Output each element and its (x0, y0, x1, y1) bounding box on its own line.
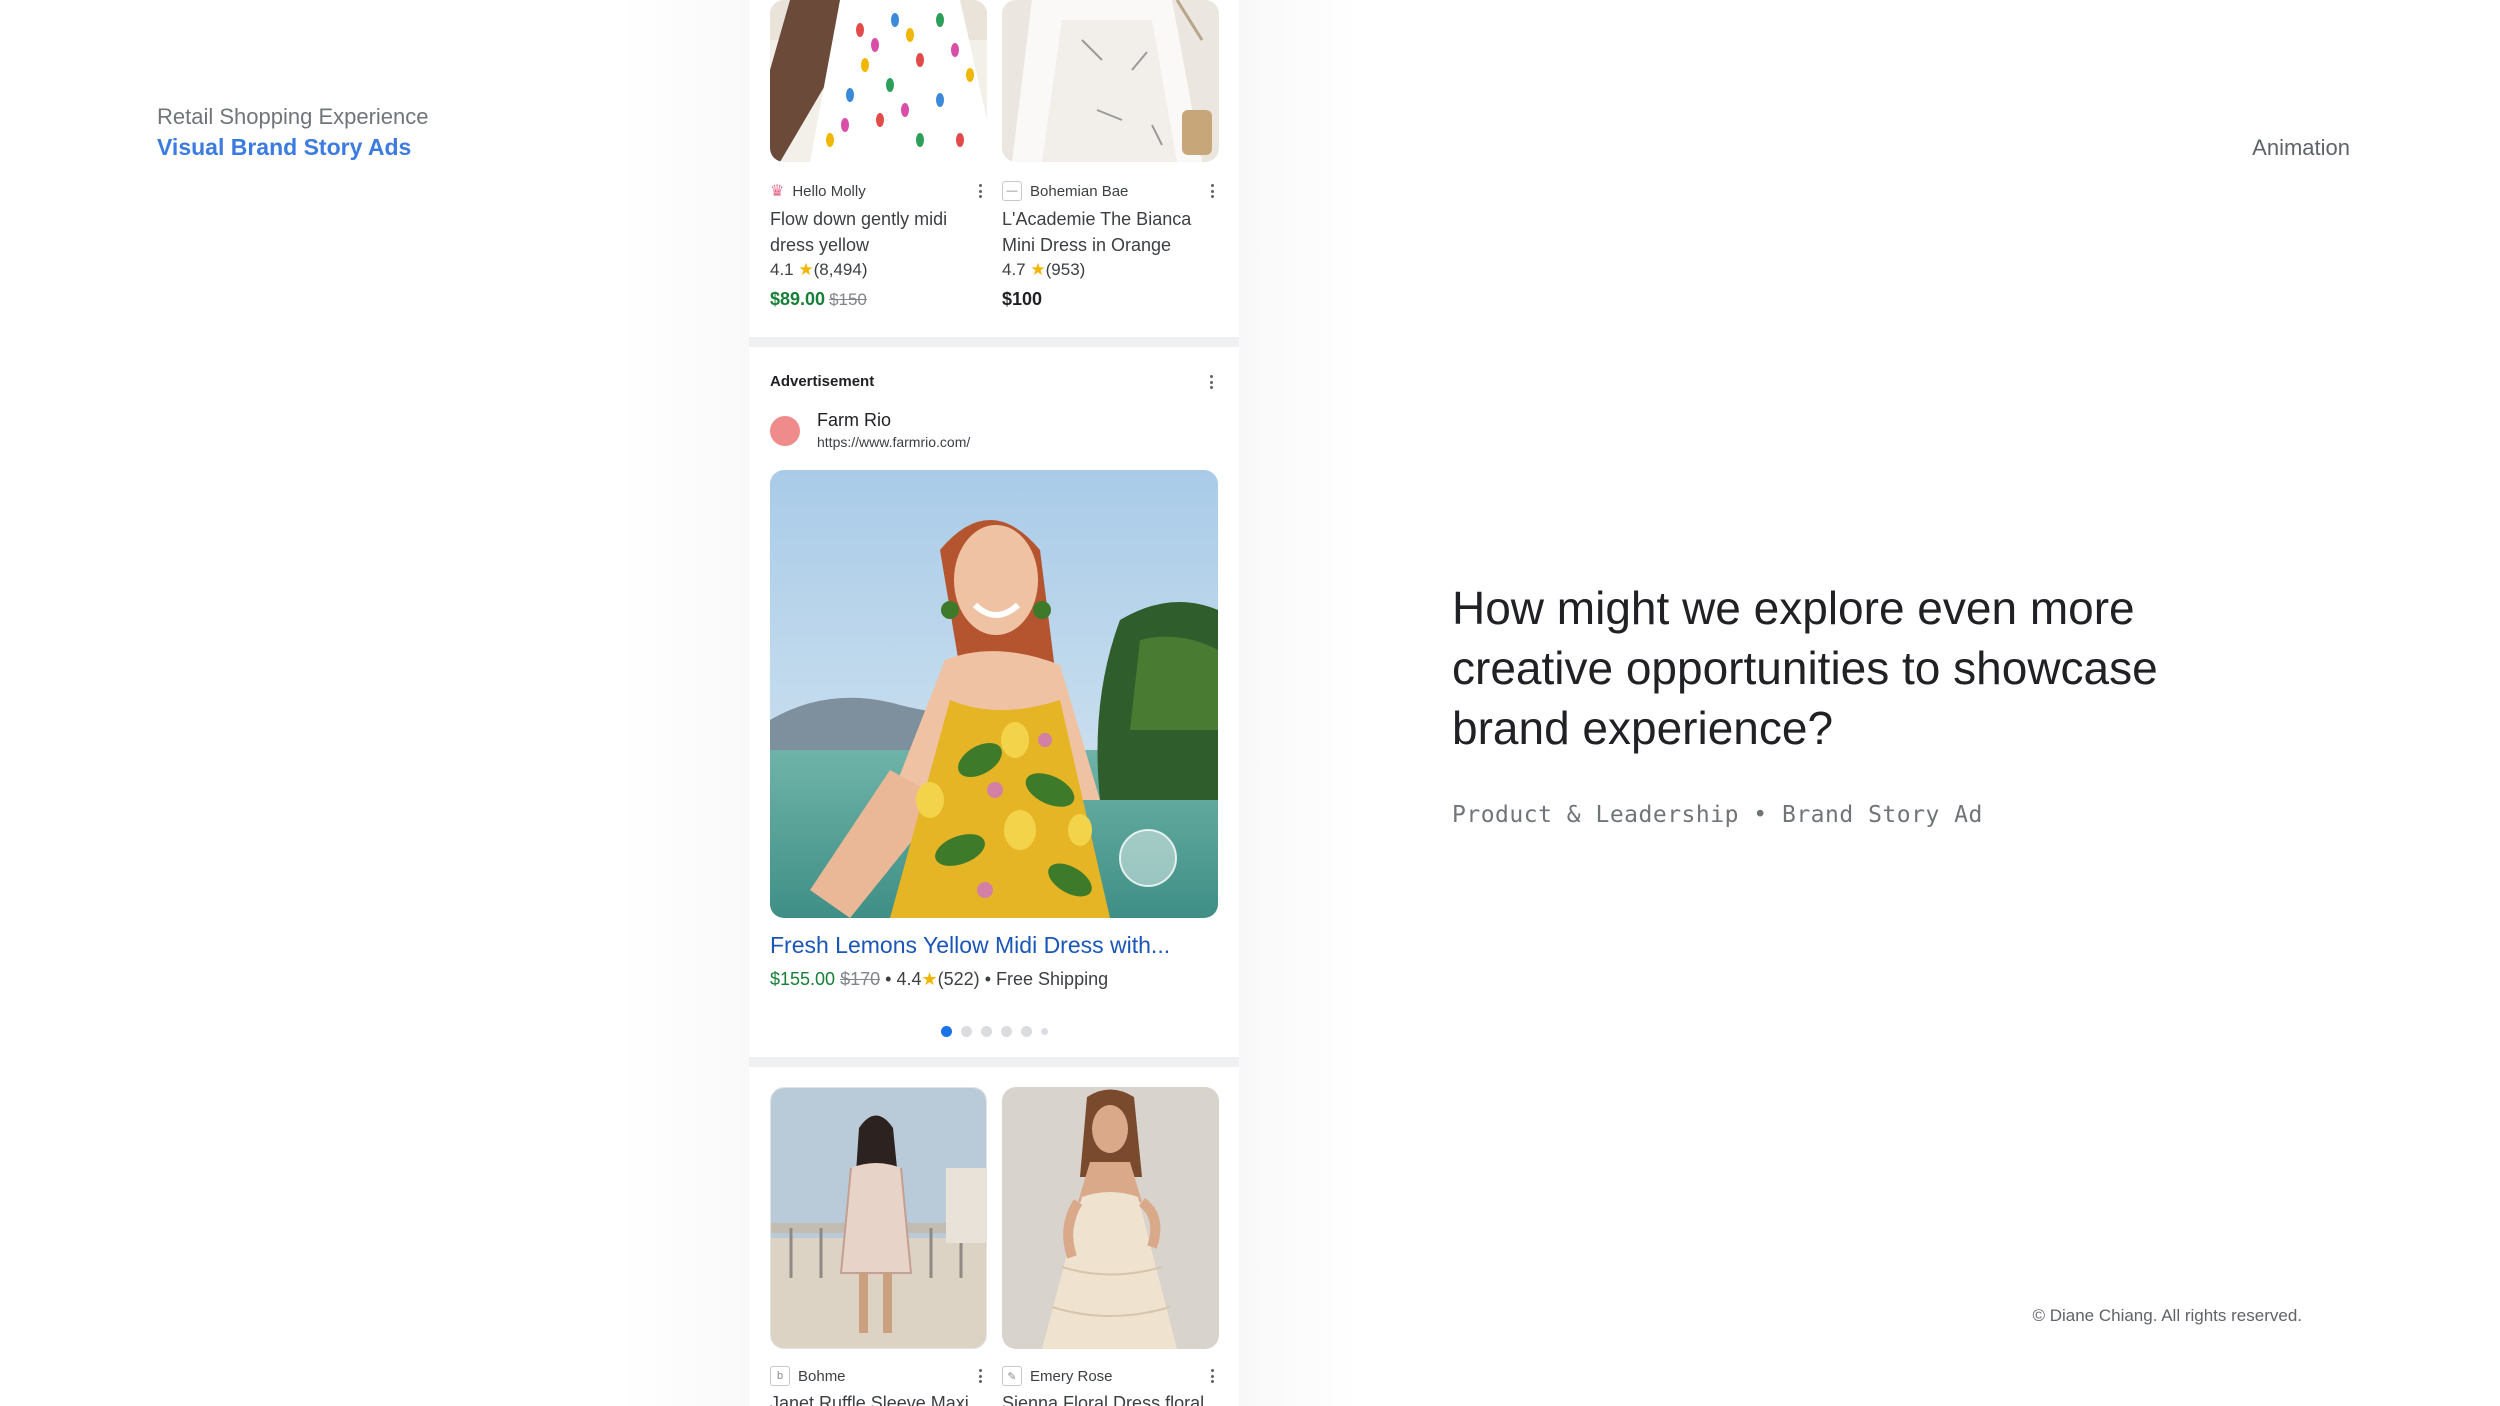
more-vert-icon[interactable] (1205, 182, 1219, 200)
carousel-dot[interactable] (980, 1026, 992, 1037)
more-vert-icon[interactable] (973, 182, 987, 200)
star-icon: ★ (921, 969, 938, 989)
ad-shipping: Free Shipping (996, 969, 1109, 989)
seller-label: Bohme (798, 1367, 846, 1385)
product-image[interactable] (770, 1087, 987, 1349)
slide-headline: Visual Brand Story Ads (157, 134, 412, 160)
carousel-dot[interactable] (1000, 1026, 1012, 1037)
brand-avatar[interactable] (770, 416, 800, 446)
separator: • (885, 969, 892, 989)
phone-screen[interactable]: ♛ Hello Molly Flow down gently midi dres… (749, 0, 1239, 1406)
boardwalk-dress-photo (771, 1088, 986, 1348)
product-title[interactable]: Janet Ruffle Sleeve Maxi (770, 1390, 980, 1406)
product-title[interactable]: Flow down gently midi dress yellow (770, 206, 980, 258)
more-vert-icon[interactable] (1205, 1367, 1219, 1385)
product-card[interactable]: — Bohemian Bae L'Academie The Bianca Min… (1002, 0, 1219, 330)
rating-value: 4.7 (1002, 260, 1026, 279)
ad-rating: 4.4 (896, 969, 922, 989)
slide-tagline: Product & Leadership • Brand Story Ad (1452, 802, 1983, 828)
review-count: (8,494) (813, 260, 868, 279)
cream-dress-photo (1002, 1087, 1219, 1349)
carousel-dot[interactable] (1020, 1026, 1032, 1037)
ad-hero-image[interactable] (770, 470, 1218, 918)
seller-name[interactable]: — Bohemian Bae (1002, 181, 1128, 201)
brand-url[interactable]: https://www.farmrio.com/ (817, 434, 970, 450)
polka-dress-photo (770, 0, 987, 162)
product-card[interactable]: ✎ Emery Rose Sienna Floral Dress floral (1002, 1087, 1219, 1406)
product-grid-bottom: b Bohme Janet Ruffle Sleeve Maxi ✎ Emery… (749, 1067, 1239, 1406)
seller-name[interactable]: b Bohme (770, 1366, 846, 1386)
ad-old-price: $170 (840, 969, 881, 989)
seller-logo-icon: ♛ (770, 183, 785, 200)
slide-eyebrow: Retail Shopping Experience (157, 104, 429, 129)
old-price: $150 (829, 290, 867, 309)
star-icon: ★ (798, 260, 814, 279)
seller-logo-icon: ✎ (1002, 1366, 1022, 1386)
price-value: $100 (1002, 289, 1043, 309)
ad-price: $155.00 (770, 969, 836, 989)
product-card[interactable]: b Bohme Janet Ruffle Sleeve Maxi (770, 1087, 987, 1406)
product-price: $89.00 $150 (770, 289, 867, 310)
seller-label: Bohemian Bae (1030, 182, 1129, 200)
white-dress-photo (1002, 0, 1219, 162)
copyright: © Diane Chiang. All rights reserved. (2032, 1306, 2302, 1325)
carousel-dot[interactable] (960, 1026, 972, 1037)
carousel-dot[interactable] (940, 1026, 952, 1037)
star-icon: ★ (1030, 260, 1046, 279)
product-price: $100 (1002, 289, 1042, 310)
carousel-indicator[interactable] (749, 1026, 1239, 1037)
brand-name[interactable]: Farm Rio (817, 410, 891, 431)
seller-name[interactable]: ✎ Emery Rose (1002, 1366, 1113, 1386)
product-title[interactable]: L'Academie The Bianca Mini Dress in Oran… (1002, 206, 1212, 258)
seller-label: Hello Molly (792, 182, 866, 200)
seller-logo-icon: — (1002, 181, 1022, 201)
carousel-dot[interactable] (1040, 1028, 1048, 1035)
product-title[interactable]: Sienna Floral Dress floral (1002, 1390, 1212, 1406)
product-rating: 4.1 ★(8,494) (770, 260, 868, 280)
ad-reviews: (522) (937, 969, 980, 989)
seller-logo-icon: b (770, 1366, 790, 1386)
ad-card[interactable]: Advertisement Farm Rio https://www.farmr… (749, 347, 1239, 1057)
product-card[interactable]: ♛ Hello Molly Flow down gently midi dres… (770, 0, 987, 330)
product-image[interactable] (1002, 0, 1219, 162)
seller-label: Emery Rose (1030, 1367, 1113, 1385)
slide-question: How might we explore even more creative … (1452, 582, 2158, 754)
rating-value: 4.1 (770, 260, 794, 279)
seller-name[interactable]: ♛ Hello Molly (770, 181, 866, 201)
product-image[interactable] (770, 0, 987, 162)
price-value: $89.00 (770, 289, 826, 309)
more-vert-icon[interactable] (1204, 373, 1218, 391)
separator: • (984, 969, 992, 989)
ad-product-meta: $155.00 $170 • 4.4★(522) • Free Shipping (770, 969, 1108, 990)
section-label: Animation (2252, 135, 2350, 160)
lemon-dress-photo (770, 470, 1218, 918)
product-image[interactable] (1002, 1087, 1219, 1349)
ad-product-title[interactable]: Fresh Lemons Yellow Midi Dress with... (770, 932, 1170, 959)
product-grid-top: ♛ Hello Molly Flow down gently midi dres… (749, 0, 1239, 337)
ad-label: Advertisement (770, 373, 875, 390)
product-rating: 4.7 ★(953) (1002, 260, 1085, 280)
more-vert-icon[interactable] (973, 1367, 987, 1385)
review-count: (953) (1045, 260, 1086, 279)
